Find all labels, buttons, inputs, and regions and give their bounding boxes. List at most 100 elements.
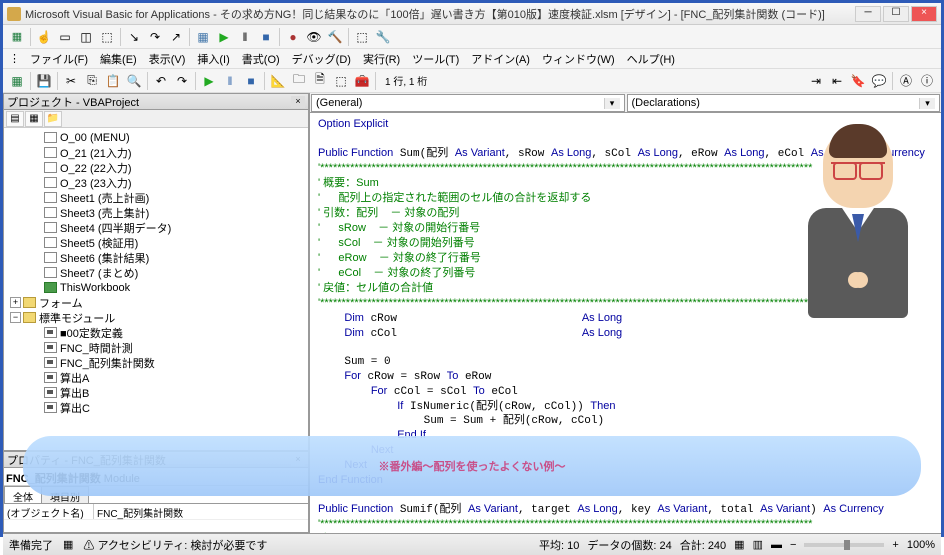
menu-edit[interactable]: 編集(E) [94,49,143,69]
step-over-icon[interactable]: ↷ [145,27,165,47]
comment-icon[interactable]: 💬 [869,71,889,91]
menu-insert[interactable]: 挿入(I) [191,49,235,69]
menu-addins[interactable]: アドイン(A) [465,49,536,69]
watch-icon[interactable]: 👁 [304,27,324,47]
menu-debug[interactable]: デバッグ(D) [286,49,357,69]
tree-item[interactable]: Sheet5 (検証用) [4,235,308,250]
lock-icon[interactable]: ⬚ [97,27,117,47]
view-excel-icon[interactable]: ▦ [7,71,27,91]
project-tree[interactable]: O_00 (MENU)O_21 (21入力)O_22 (22入力)O_23 (2… [4,128,308,450]
tree-item[interactable]: Sheet4 (四半期データ) [4,220,308,235]
copy-icon[interactable]: ⎘ [82,71,102,91]
tree-folder-forms[interactable]: +フォーム [4,295,308,310]
step-into-icon[interactable]: ↘ [124,27,144,47]
status-ready: 準備完了 [9,537,53,553]
menu-file[interactable]: ファイル(F) [24,49,94,69]
build-icon[interactable]: 🔨 [325,27,345,47]
tree-module[interactable]: FNC_時間計測 [4,340,308,355]
tree-item[interactable]: O_23 (23入力) [4,175,308,190]
menu-window[interactable]: ウィンドウ(W) [536,49,621,69]
run-icon[interactable]: ▶ [214,27,234,47]
property-row[interactable]: (オブジェクト名) FNC_配列集計関数 [4,504,308,520]
tree-item[interactable]: Sheet7 (まとめ) [4,265,308,280]
stop2-icon[interactable]: ■ [241,71,261,91]
menu-run[interactable]: 実行(R) [357,49,406,69]
view-normal-icon[interactable]: ▦ [734,538,744,551]
status-count: データの個数: 24 [587,537,671,553]
undo-icon[interactable]: ↶ [151,71,171,91]
zoom-in-icon[interactable]: + [892,539,898,551]
zoom-slider[interactable] [804,543,884,547]
maximize-button[interactable]: ☐ [883,6,909,22]
tree-folder-modules[interactable]: −標準モジュール [4,310,308,325]
outdent-icon[interactable]: ⇤ [827,71,847,91]
folder-toggle-icon[interactable]: 📁 [44,111,62,127]
view-object-icon[interactable]: ▦ [25,111,43,127]
run2-icon[interactable]: ▶ [199,71,219,91]
pause2-icon[interactable]: ‖ [220,71,240,91]
info-icon[interactable]: ⓘ [917,71,937,91]
toolbar-1: ▦ ☝ ▭ ◫ ⬚ ↘ ↷ ↗ ▦ ▶ ‖ ■ ● 👁 🔨 ⬚ 🔧 [3,25,941,49]
tree-module[interactable]: 算出C [4,400,308,415]
bookmark-icon[interactable]: 🔖 [848,71,868,91]
design-icon[interactable]: ◫ [76,27,96,47]
minimize-button[interactable]: ─ [855,6,881,22]
toolbar-2: ▦ 💾 ✂ ⎘ 📋 🔍 ↶ ↷ ▶ ‖ ■ 📐 🗀 🗎 ⬚ 🧰 1 行, 1 桁… [3,69,941,93]
paste-icon[interactable]: 📋 [103,71,123,91]
props-icon[interactable]: 🗎 [310,71,330,91]
tree-item[interactable]: O_22 (22入力) [4,160,308,175]
pause-icon[interactable]: ‖ [235,27,255,47]
browser-icon[interactable]: ⬚ [331,71,351,91]
object-icon[interactable]: ⬚ [352,27,372,47]
view-code-icon[interactable]: ▤ [6,111,24,127]
indent-icon[interactable]: ⇥ [806,71,826,91]
complete-icon[interactable]: Ⓐ [896,71,916,91]
menu-help[interactable]: ヘルプ(H) [621,49,681,69]
zoom-out-icon[interactable]: − [790,539,796,551]
chevron-down-icon[interactable]: ▾ [919,98,935,109]
titlebar: Microsoft Visual Basic for Applications … [3,3,941,25]
chevron-down-icon[interactable]: ▾ [604,98,620,109]
tree-module[interactable]: FNC_配列集計関数 [4,355,308,370]
menu-tools[interactable]: ツール(T) [406,49,465,69]
menu-view[interactable]: 表示(V) [143,49,192,69]
property-value[interactable]: FNC_配列集計関数 [94,504,308,519]
procedure-combo[interactable]: (Declarations)▾ [627,94,941,112]
menu-format[interactable]: 書式(O) [236,49,286,69]
step-out-icon[interactable]: ↗ [166,27,186,47]
project-close-icon[interactable]: × [291,96,305,108]
object-combo[interactable]: (General)▾ [311,94,625,112]
cut-icon[interactable]: ✂ [61,71,81,91]
code-header: (General)▾ (Declarations)▾ [310,93,941,113]
tree-module[interactable]: 算出A [4,370,308,385]
tree-item[interactable]: O_21 (21入力) [4,145,308,160]
record-icon[interactable]: ▦ [63,538,73,551]
stop-icon[interactable]: ■ [256,27,276,47]
tree-item[interactable]: Sheet6 (集計結果) [4,250,308,265]
overlay-text: 番外編～配列を使ったよくない例～ [390,461,566,473]
project-panel-header: プロジェクト - VBAProject × [4,94,308,110]
design2-icon[interactable]: 📐 [268,71,288,91]
excel-icon[interactable]: ▦ [7,27,27,47]
breakpoint-icon[interactable]: ● [283,27,303,47]
view-break-icon[interactable]: ▬ [771,539,782,551]
hand-icon[interactable]: ☝ [34,27,54,47]
close-button[interactable]: × [911,6,937,22]
tree-item[interactable]: Sheet1 (売上計画) [4,190,308,205]
find-icon[interactable]: 🔍 [124,71,144,91]
window-controls: ─ ☐ × [855,6,937,22]
redo-icon[interactable]: ↷ [172,71,192,91]
tree-item[interactable]: Sheet3 (売上集計) [4,205,308,220]
tree-item[interactable]: O_00 (MENU) [4,130,308,145]
tools-icon[interactable]: 🔧 [373,27,393,47]
status-avg: 平均: 10 [539,537,579,553]
tree-module[interactable]: ■00定数定義 [4,325,308,340]
toolbox-icon[interactable]: 🧰 [352,71,372,91]
view-layout-icon[interactable]: ▥ [753,538,763,551]
project-icon[interactable]: 🗀 [289,71,309,91]
insert-icon[interactable]: ▦ [193,27,213,47]
save-icon[interactable]: 💾 [34,71,54,91]
form-icon[interactable]: ▭ [55,27,75,47]
tree-module[interactable]: 算出B [4,385,308,400]
tree-item[interactable]: ThisWorkbook [4,280,308,295]
